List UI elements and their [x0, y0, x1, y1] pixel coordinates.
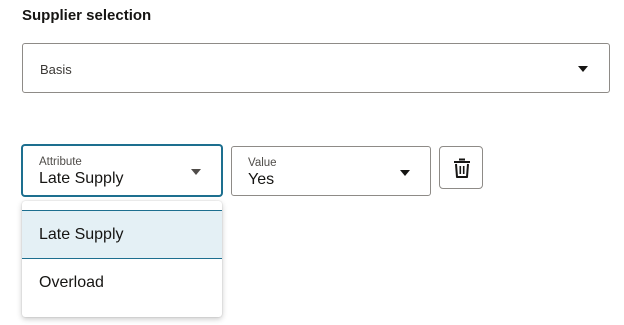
value-label: Value [248, 157, 277, 169]
supplier-selection-panel: Supplier selection Basis Attribute Late … [0, 0, 624, 325]
section-title: Supplier selection [22, 7, 152, 24]
basis-select[interactable]: Basis [22, 43, 610, 93]
dropdown-option-overload[interactable]: Overload [22, 259, 222, 307]
attribute-label: Attribute [39, 156, 82, 168]
chevron-down-icon [191, 169, 201, 175]
chevron-down-icon [400, 170, 410, 176]
attribute-select[interactable]: Attribute Late Supply [22, 145, 222, 196]
attribute-value: Late Supply [39, 170, 124, 187]
value-select[interactable]: Value Yes [231, 146, 431, 196]
delete-button[interactable] [439, 146, 483, 189]
trash-icon [454, 158, 470, 178]
basis-select-value: Basis [40, 62, 72, 77]
dropdown-option-late-supply[interactable]: Late Supply [22, 210, 222, 259]
attribute-dropdown-list: Late Supply Overload [22, 201, 222, 317]
chevron-down-icon [578, 66, 588, 72]
value-value: Yes [248, 171, 275, 188]
